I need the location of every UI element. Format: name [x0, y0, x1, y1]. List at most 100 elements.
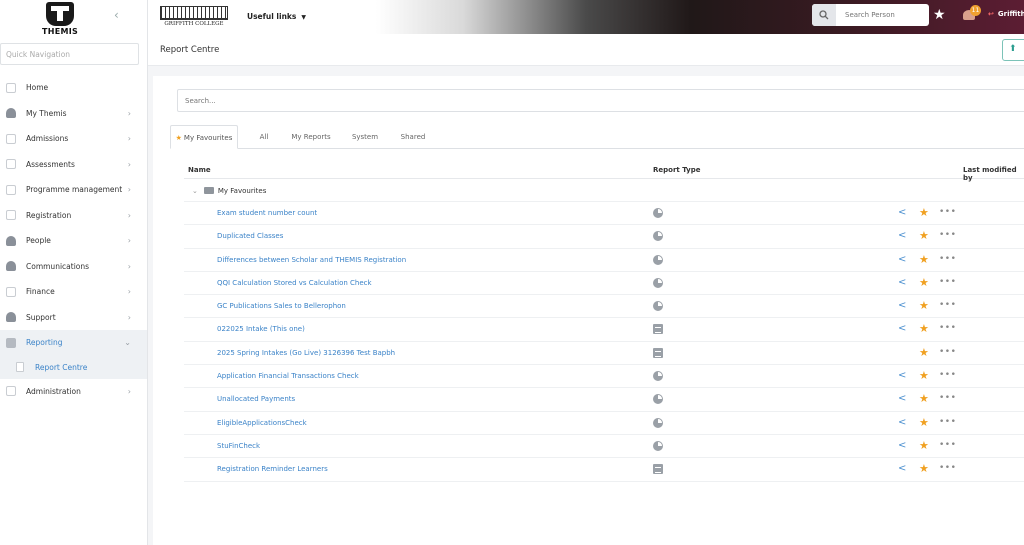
report-link[interactable]: Registration Reminder Learners [217, 465, 328, 473]
report-link[interactable]: Differences between Scholar and THEMIS R… [217, 256, 406, 264]
table-row[interactable]: StuFinCheck < ★ ••• [184, 435, 1024, 459]
more-options-icon[interactable]: ••• [939, 463, 956, 473]
column-report-type[interactable]: Report Type [653, 166, 700, 174]
useful-links-dropdown[interactable]: Useful links ▼ [247, 12, 306, 21]
report-link[interactable]: Duplicated Classes [217, 232, 283, 240]
tab-system[interactable]: System [350, 125, 380, 149]
finance-icon [6, 286, 16, 297]
favourites-folder-row[interactable]: ⌄ My Favourites [184, 180, 1024, 202]
sidebar-item-assessments[interactable]: Assessments › [0, 152, 147, 178]
sidebar-item-label: Home [26, 83, 49, 93]
sidebar-item-reporting[interactable]: Reporting ⌄ [0, 330, 147, 356]
tab-label: System [351, 133, 379, 141]
favourites-star-icon[interactable]: ★ [933, 7, 946, 23]
table-row[interactable]: Differences between Scholar and THEMIS R… [184, 249, 1024, 272]
sidebar-item-finance[interactable]: Finance › [0, 279, 147, 305]
share-icon[interactable]: < [898, 440, 906, 451]
report-link[interactable]: Application Financial Transactions Check [217, 372, 359, 380]
sidebar-item-people[interactable]: People › [0, 228, 147, 254]
share-icon[interactable]: < [898, 254, 906, 265]
tab-my-reports[interactable]: My Reports [289, 125, 333, 149]
favourite-star-icon[interactable]: ★ [919, 416, 929, 429]
table-row[interactable]: Exam student number count < ★ ••• [184, 202, 1024, 226]
favourite-star-icon[interactable]: ★ [919, 462, 929, 475]
more-options-icon[interactable]: ••• [939, 300, 956, 310]
user-menu[interactable]: ↩ Griffith [988, 10, 1024, 18]
sidebar-item-communications[interactable]: Communications › [0, 254, 147, 280]
table-row[interactable]: QQI Calculation Stored vs Calculation Ch… [184, 272, 1024, 296]
report-link[interactable]: QQI Calculation Stored vs Calculation Ch… [217, 279, 372, 287]
sidebar-item-administration[interactable]: Administration › [0, 379, 147, 405]
more-options-icon[interactable]: ••• [939, 323, 956, 333]
column-name[interactable]: Name [188, 166, 211, 174]
sidebar-item-support[interactable]: Support › [0, 305, 147, 331]
report-link[interactable]: 022025 Intake (This one) [217, 325, 305, 333]
favourite-star-icon[interactable]: ★ [919, 229, 929, 242]
more-options-icon[interactable]: ••• [939, 207, 956, 217]
user-name: Griffith [997, 10, 1024, 18]
more-options-icon[interactable]: ••• [939, 230, 956, 240]
table-row[interactable]: Duplicated Classes < ★ ••• [184, 225, 1024, 249]
share-icon[interactable]: < [898, 393, 906, 404]
favourite-star-icon[interactable]: ★ [919, 299, 929, 312]
sidebar-item-report-centre[interactable]: Report Centre [0, 355, 147, 379]
college-logo[interactable]: GRIFFITH COLLEGE [160, 6, 228, 30]
favourite-star-icon[interactable]: ★ [919, 439, 929, 452]
more-options-icon[interactable]: ••• [939, 393, 956, 403]
tab-label: My Reports [291, 133, 331, 141]
sidebar-item-label: Finance [26, 287, 55, 297]
table-row[interactable]: GC Publications Sales to Bellerophon < ★ ••… [184, 295, 1024, 319]
favourite-star-icon[interactable]: ★ [919, 206, 929, 219]
search-icon[interactable] [812, 4, 836, 26]
more-options-icon[interactable]: ••• [939, 347, 956, 357]
share-icon[interactable]: < [898, 277, 906, 288]
collapse-sidebar-icon[interactable]: ‹ [114, 8, 119, 22]
share-icon[interactable]: < [898, 417, 906, 428]
table-row[interactable]: Registration Reminder Learners < ★ ••• [184, 458, 1024, 482]
share-icon[interactable]: < [898, 323, 906, 334]
report-link[interactable]: StuFinCheck [217, 442, 260, 450]
search-person-input[interactable] [836, 4, 922, 26]
table-row[interactable]: EligibleApplicationsCheck < ★ ••• [184, 412, 1024, 435]
report-link[interactable]: Exam student number count [217, 209, 317, 217]
share-icon[interactable]: < [898, 207, 906, 218]
more-options-icon[interactable]: ••• [939, 440, 956, 450]
report-search-input[interactable] [177, 89, 1024, 112]
favourite-star-icon[interactable]: ★ [919, 346, 929, 359]
tab-shared[interactable]: Shared [398, 125, 428, 149]
favourite-star-icon[interactable]: ★ [919, 322, 929, 335]
tab-my-favourites[interactable]: ★ My Favourites [170, 125, 238, 149]
table-row[interactable]: 022025 Intake (This one) < ★ ••• [184, 318, 1024, 342]
sidebar-item-home[interactable]: Home [0, 75, 147, 101]
favourite-star-icon[interactable]: ★ [919, 369, 929, 382]
switch-user-icon: ↩ [988, 10, 994, 18]
share-icon[interactable]: < [898, 463, 906, 474]
more-options-icon[interactable]: ••• [939, 417, 956, 427]
favourite-star-icon[interactable]: ★ [919, 392, 929, 405]
favourite-star-icon[interactable]: ★ [919, 253, 929, 266]
report-link[interactable]: GC Publications Sales to Bellerophon [217, 302, 346, 310]
themis-logo[interactable]: THEMIS [40, 0, 80, 36]
chevron-down-icon[interactable]: ⌄ [192, 187, 198, 195]
tab-all[interactable]: All [254, 125, 274, 149]
quick-navigation-input[interactable]: Quick Navigation [0, 43, 139, 65]
sidebar-item-my-themis[interactable]: My Themis › [0, 101, 147, 127]
sidebar-item-label: Administration [26, 386, 81, 396]
report-link[interactable]: Unallocated Payments [217, 395, 295, 403]
table-row[interactable]: Application Financial Transactions Check… [184, 365, 1024, 389]
more-options-icon[interactable]: ••• [939, 370, 956, 380]
upload-button[interactable]: ⬆ [1002, 39, 1024, 61]
sidebar-item-admissions[interactable]: Admissions › [0, 126, 147, 152]
sidebar-item-registration[interactable]: Registration › [0, 203, 147, 229]
report-link[interactable]: EligibleApplicationsCheck [217, 419, 307, 427]
table-row[interactable]: 2025 Spring Intakes (Go Live) 3126396 Te… [184, 342, 1024, 366]
favourite-star-icon[interactable]: ★ [919, 276, 929, 289]
share-icon[interactable]: < [898, 370, 906, 381]
share-icon[interactable]: < [898, 230, 906, 241]
table-row[interactable]: Unallocated Payments < ★ ••• [184, 388, 1024, 412]
sidebar-item-programme-management[interactable]: Programme management › [0, 177, 147, 203]
share-icon[interactable]: < [898, 300, 906, 311]
report-link[interactable]: 2025 Spring Intakes (Go Live) 3126396 Te… [217, 349, 395, 357]
more-options-icon[interactable]: ••• [939, 277, 956, 287]
more-options-icon[interactable]: ••• [939, 254, 956, 264]
